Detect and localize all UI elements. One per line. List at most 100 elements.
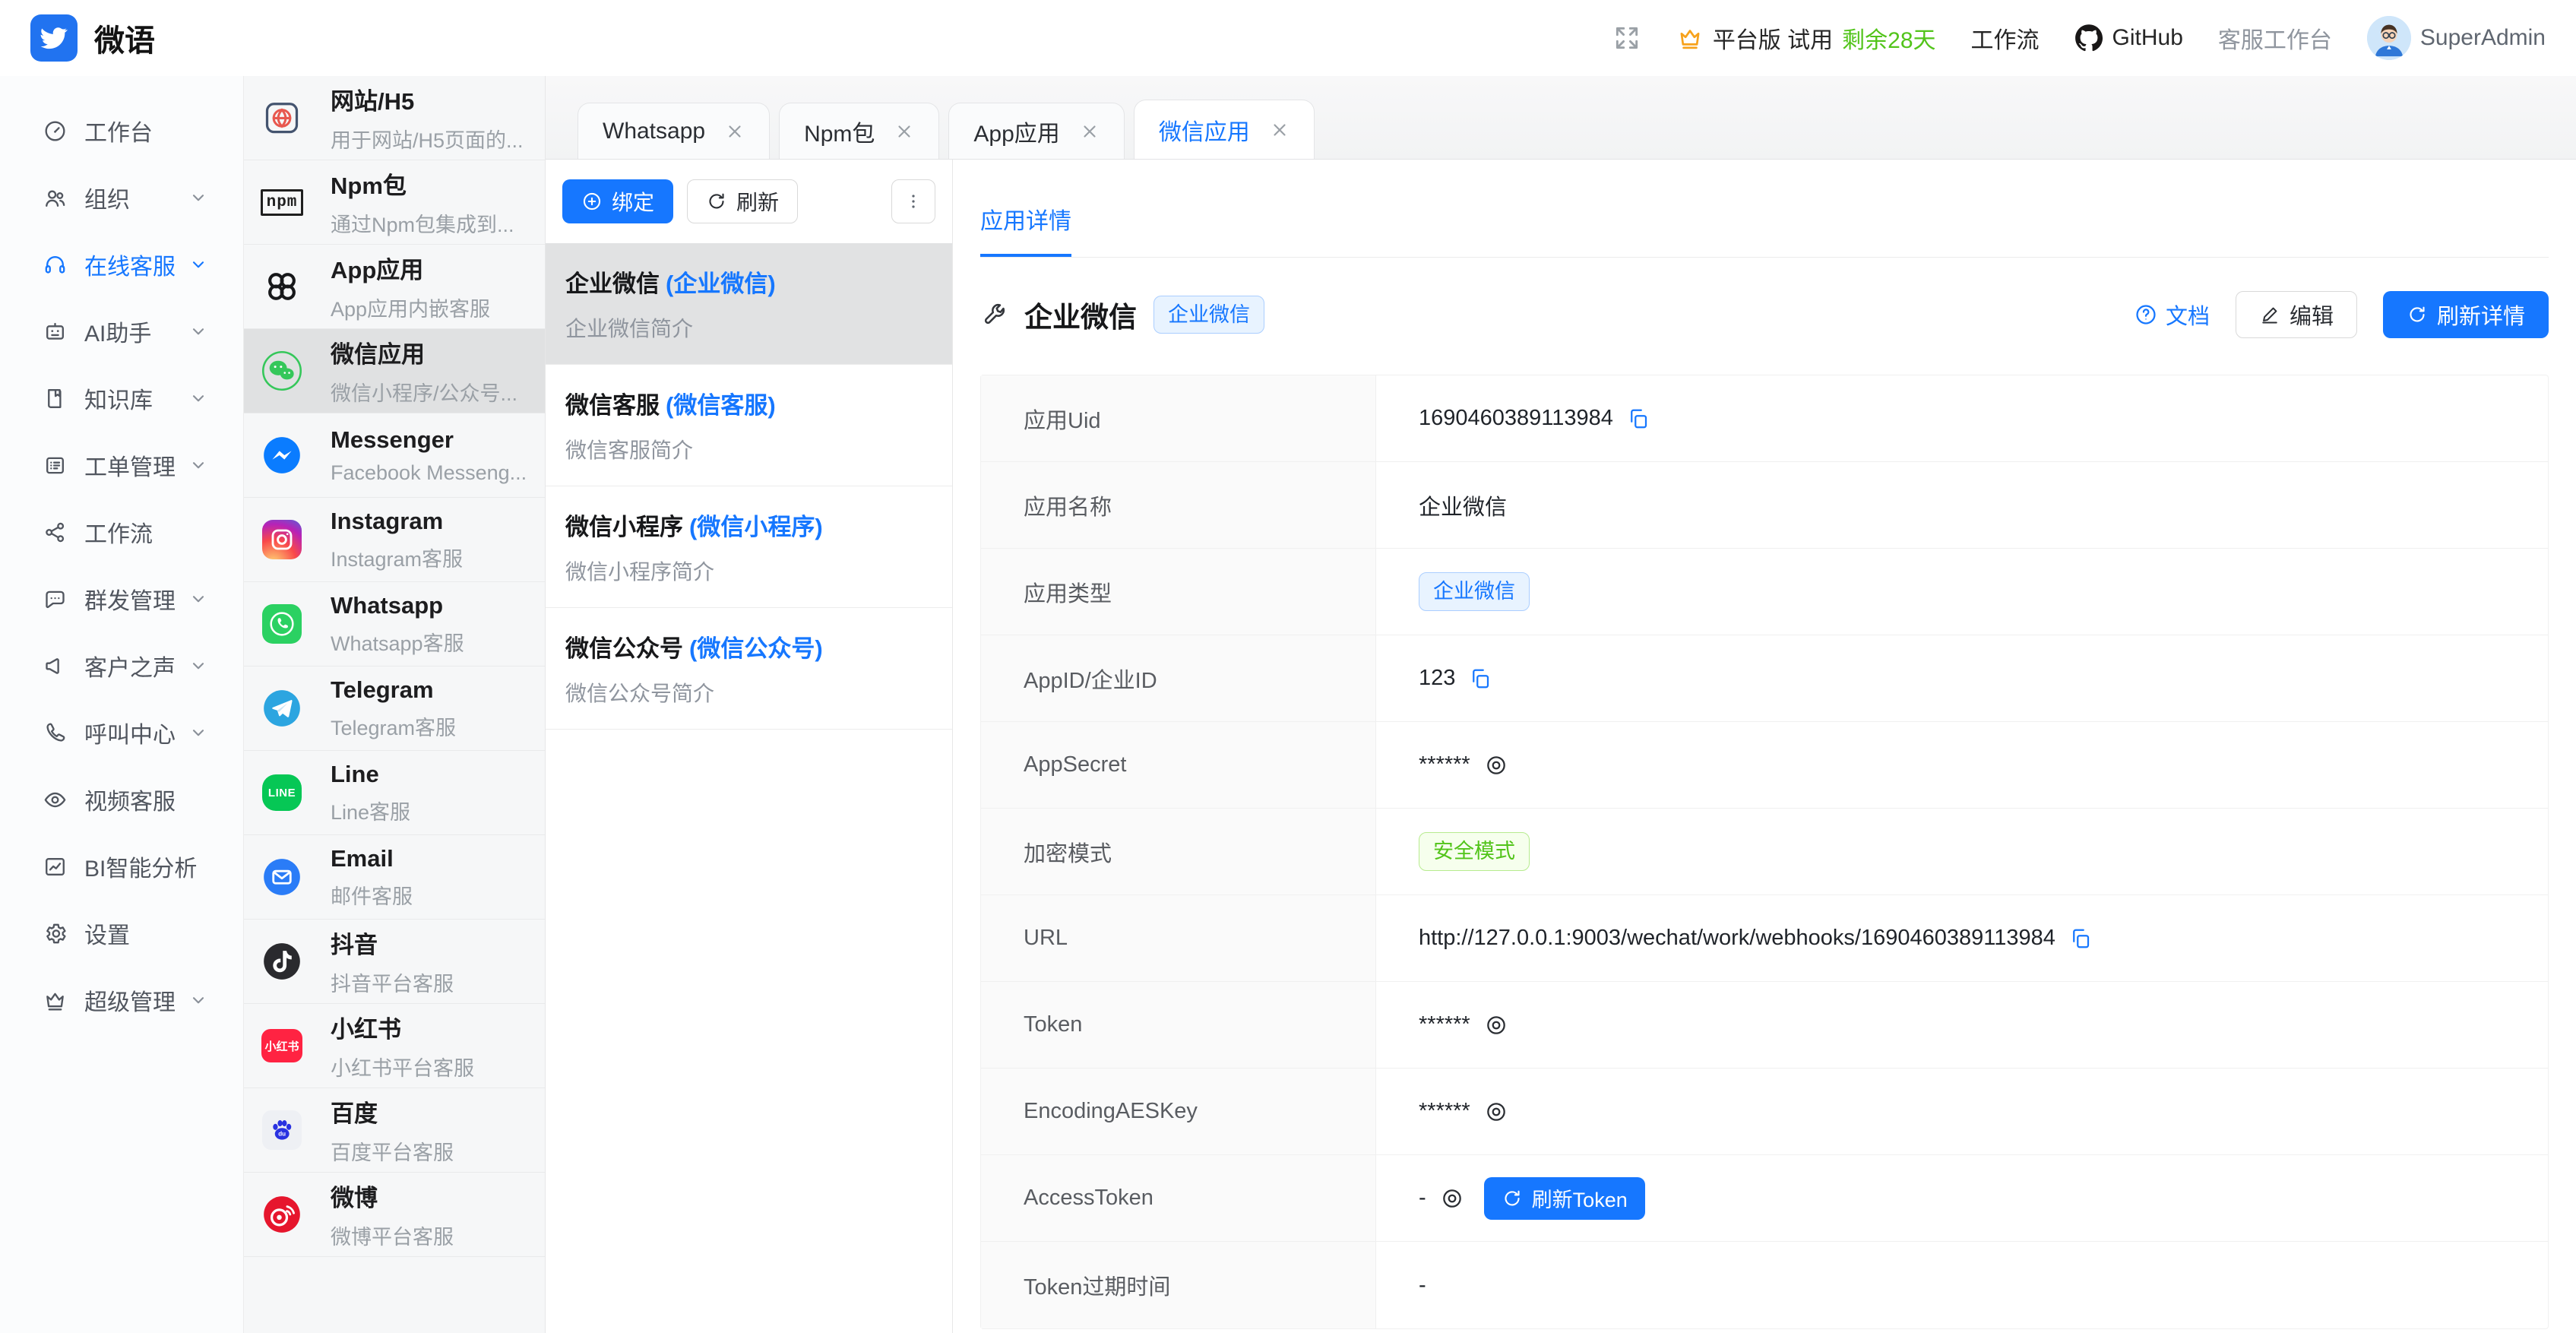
- sidebar-item-ai-assistant[interactable]: AI助手: [0, 298, 243, 365]
- sidebar-item-settings[interactable]: 设置: [0, 900, 243, 967]
- github-link[interactable]: GitHub: [2074, 24, 2183, 52]
- sidebar-item-voice-of-customer[interactable]: 客户之声: [0, 632, 243, 699]
- sidebar-item-workflow[interactable]: 工作流: [0, 499, 243, 565]
- main-area: Whatsapp Npm包 App应用 微信应用: [546, 76, 2576, 1333]
- bound-item-miniprogram[interactable]: 微信小程序(微信小程序) 微信小程序简介: [546, 486, 952, 608]
- bound-item-type-link[interactable]: (微信小程序): [689, 514, 823, 540]
- tab-app-detail[interactable]: 应用详情: [980, 202, 1071, 257]
- sidebar-item-ticket-management[interactable]: 工单管理: [0, 432, 243, 499]
- row-value: http://127.0.0.1:9003/wechat/work/webhoo…: [1419, 926, 2055, 951]
- tab-label: Npm包: [804, 115, 875, 148]
- channel-item-npm[interactable]: npm Npm包 通过Npm包集成到...: [244, 160, 545, 245]
- topbar-workflow-link[interactable]: 工作流: [1971, 21, 2040, 55]
- sidebar-item-online-service[interactable]: 在线客服: [0, 231, 243, 298]
- channel-item-xiaohongshu[interactable]: 小红书 小红书 小红书平台客服: [244, 1004, 545, 1088]
- chevron-down-icon: [188, 255, 208, 274]
- app-logo[interactable]: [30, 14, 78, 62]
- chevron-down-icon: [188, 321, 208, 341]
- more-button[interactable]: [891, 179, 935, 223]
- bound-item-official-account[interactable]: 微信公众号(微信公众号) 微信公众号简介: [546, 608, 952, 730]
- channel-list: 网站/H5 用于网站/H5页面的... npm Npm包 通过Npm包集成到..…: [243, 76, 546, 1333]
- close-icon[interactable]: [894, 122, 914, 141]
- row-label: AppSecret: [981, 722, 1376, 808]
- sidebar-item-video-service[interactable]: 视频客服: [0, 766, 243, 833]
- channel-item-instagram[interactable]: Instagram Instagram客服: [244, 498, 545, 582]
- user-menu[interactable]: SuperAdmin: [2367, 16, 2546, 60]
- doc-link[interactable]: 文档: [2134, 299, 2210, 331]
- wechat-icon: [261, 350, 303, 392]
- channel-subtitle: Instagram客服: [331, 543, 463, 572]
- eye-icon[interactable]: [1440, 1186, 1464, 1211]
- tab-whatsapp[interactable]: Whatsapp: [578, 103, 770, 159]
- refresh-token-button[interactable]: 刷新Token: [1484, 1177, 1645, 1220]
- github-label: GitHub: [2112, 25, 2183, 51]
- channel-item-telegram[interactable]: Telegram Telegram客服: [244, 666, 545, 751]
- channel-item-douyin[interactable]: 抖音 抖音平台客服: [244, 920, 545, 1004]
- sidebar-item-call-center[interactable]: 呼叫中心: [0, 699, 243, 766]
- close-icon[interactable]: [1080, 122, 1100, 141]
- weibo-icon: [261, 1193, 303, 1236]
- sidebar-item-organization[interactable]: 组织: [0, 164, 243, 231]
- copy-icon[interactable]: [2069, 927, 2092, 950]
- channel-item-weibo[interactable]: 微博 微博平台客服: [244, 1173, 545, 1257]
- row-value: 123: [1419, 666, 1455, 691]
- bound-item-work-wechat[interactable]: 企业微信(企业微信) 企业微信简介: [546, 243, 952, 365]
- table-row: 应用类型 企业微信: [981, 549, 2548, 635]
- sidebar-item-dashboard[interactable]: 工作台: [0, 97, 243, 164]
- bound-item-title: 微信小程序: [565, 514, 683, 540]
- channel-item-line[interactable]: LINE Line Line客服: [244, 751, 545, 835]
- sidebar-item-super-admin[interactable]: 超级管理: [0, 967, 243, 1034]
- app-title: 微语: [94, 16, 155, 60]
- sidebar-item-bi-analytics[interactable]: BI智能分析: [0, 833, 243, 900]
- channel-subtitle: 百度平台客服: [331, 1136, 454, 1166]
- channel-subtitle: 用于网站/H5页面的...: [331, 124, 524, 154]
- row-label: AppID/企业ID: [981, 635, 1376, 721]
- eye-icon[interactable]: [1484, 1013, 1508, 1037]
- plan-info[interactable]: 平台版 试用 剩余28天: [1676, 21, 1936, 55]
- tab-wechat[interactable]: 微信应用: [1134, 100, 1315, 159]
- table-row: Token ******: [981, 982, 2548, 1069]
- refresh-button[interactable]: 刷新: [687, 179, 798, 223]
- refresh-detail-button[interactable]: 刷新详情: [2383, 291, 2549, 338]
- bound-item-wechat-kf[interactable]: 微信客服(微信客服) 微信客服简介: [546, 365, 952, 486]
- xiaohongshu-icon: 小红书: [261, 1024, 303, 1067]
- bind-button[interactable]: 绑定: [562, 179, 673, 223]
- eye-icon[interactable]: [1484, 753, 1508, 777]
- sidebar-item-label: 知识库: [84, 382, 153, 415]
- table-row: URL http://127.0.0.1:9003/wechat/work/we…: [981, 895, 2548, 982]
- table-row: Token过期时间 -: [981, 1242, 2548, 1328]
- channel-item-wechat[interactable]: 微信应用 微信小程序/公众号...: [244, 329, 545, 413]
- channel-item-email[interactable]: Email 邮件客服: [244, 835, 545, 920]
- channel-title: App应用: [331, 251, 490, 285]
- close-icon[interactable]: [1270, 120, 1290, 140]
- bound-item-type-link[interactable]: (企业微信): [666, 271, 776, 297]
- copy-icon[interactable]: [1627, 407, 1650, 430]
- sidebar-item-label: 群发管理: [84, 582, 176, 616]
- bound-item-type-link[interactable]: (微信客服): [666, 392, 776, 419]
- tab-app[interactable]: App应用: [948, 103, 1124, 159]
- bound-item-type-link[interactable]: (微信公众号): [689, 635, 823, 662]
- edit-button[interactable]: 编辑: [2236, 291, 2357, 338]
- sidebar-item-label: 超级管理: [84, 983, 176, 1017]
- copy-icon[interactable]: [1469, 667, 1492, 690]
- tab-npm[interactable]: Npm包: [779, 103, 939, 159]
- agent-workbench-link[interactable]: 客服工作台: [2218, 21, 2332, 55]
- dashboard-icon: [43, 119, 68, 144]
- table-row: 加密模式 安全模式: [981, 809, 2548, 895]
- close-icon[interactable]: [725, 122, 745, 141]
- channel-item-website[interactable]: 网站/H5 用于网站/H5页面的...: [244, 76, 545, 160]
- eye-icon[interactable]: [1484, 1100, 1508, 1124]
- question-circle-icon: [2134, 302, 2158, 327]
- refresh-icon: [1502, 1188, 1523, 1209]
- channel-subtitle: 微博平台客服: [331, 1221, 454, 1250]
- channel-item-app[interactable]: App应用 App应用内嵌客服: [244, 245, 545, 329]
- channel-item-messenger[interactable]: Messenger Facebook Messeng...: [244, 413, 545, 498]
- sidebar-item-broadcast[interactable]: 群发管理: [0, 565, 243, 632]
- channel-item-baidu[interactable]: du 百度 百度平台客服: [244, 1088, 545, 1173]
- sidebar-item-knowledge-base[interactable]: 知识库: [0, 365, 243, 432]
- channel-item-whatsapp[interactable]: Whatsapp Whatsapp客服: [244, 582, 545, 666]
- fullscreen-expand-icon[interactable]: [1612, 24, 1641, 52]
- topbar: 微语 平台版 试用 剩余28天 工作流 GitHub: [0, 0, 2576, 76]
- instagram-icon: [261, 518, 303, 561]
- website-icon: [261, 97, 303, 139]
